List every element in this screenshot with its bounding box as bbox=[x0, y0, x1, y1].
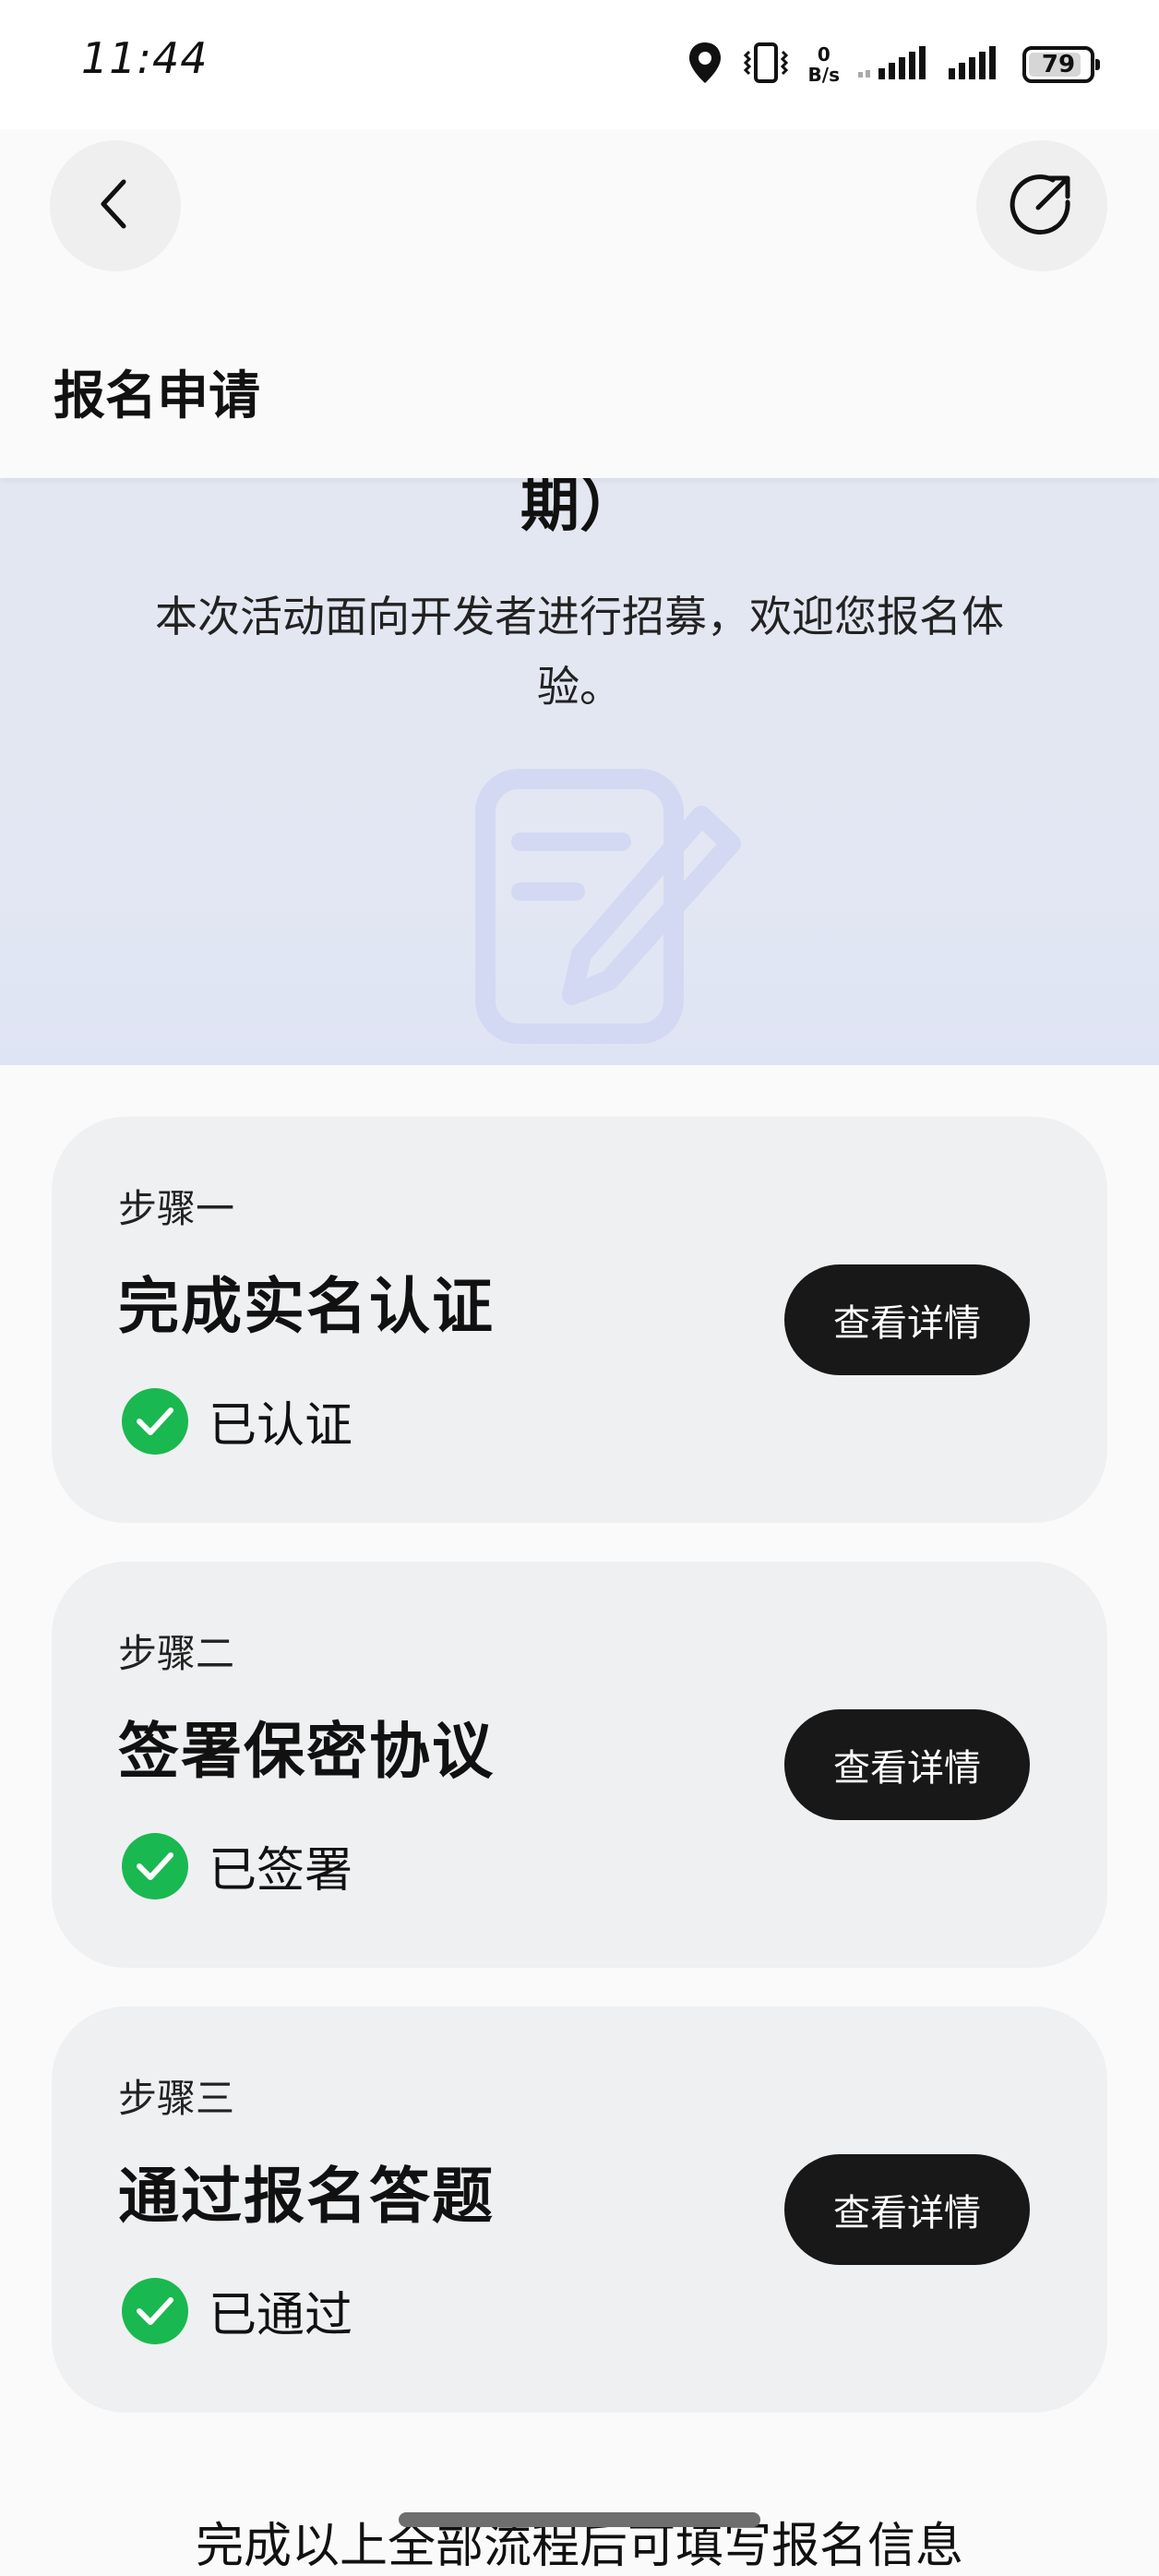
location-icon bbox=[687, 41, 723, 89]
share-icon bbox=[1005, 167, 1079, 245]
step-status-text: 已认证 bbox=[209, 1398, 353, 1454]
signal-icon bbox=[858, 42, 928, 87]
check-circle-icon bbox=[122, 2277, 188, 2344]
battery-icon: 79 bbox=[1022, 46, 1100, 83]
title-bar: 报名申请 bbox=[0, 297, 1159, 478]
home-indicator[interactable] bbox=[399, 2512, 760, 2527]
net-speed: 0 B/s bbox=[808, 44, 840, 85]
view-details-button[interactable]: 查看详情 bbox=[784, 1264, 1030, 1375]
step-kicker: 步骤二 bbox=[118, 1631, 235, 1676]
document-edit-icon bbox=[471, 764, 747, 1063]
battery-level: 79 bbox=[1041, 51, 1076, 78]
step-card: 步骤三 通过报名答题 已通过 查看详情 bbox=[52, 2007, 1107, 2413]
step-status: 已签署 bbox=[122, 1831, 352, 1900]
banner-title: 期） bbox=[520, 478, 639, 540]
step-kicker: 步骤一 bbox=[118, 1186, 235, 1231]
vibrate-icon bbox=[742, 41, 790, 89]
status-bar: 11:44 0 B/s 79 bbox=[0, 0, 1159, 129]
status-icons: 0 B/s 79 bbox=[687, 39, 1100, 90]
chevron-left-icon bbox=[92, 176, 138, 235]
step-status-text: 已通过 bbox=[209, 2288, 353, 2343]
step-title: 完成实名认证 bbox=[118, 1271, 495, 1342]
activity-banner: 期） 本次活动面向开发者进行招募，欢迎您报名体验。 bbox=[0, 478, 1159, 1065]
net-speed-value: 0 bbox=[817, 43, 830, 66]
view-details-button[interactable]: 查看详情 bbox=[784, 2154, 1030, 2265]
step-status: 已认证 bbox=[122, 1386, 352, 1456]
step-status: 已通过 bbox=[122, 2276, 352, 2345]
status-time: 11:44 bbox=[81, 33, 209, 83]
step-title: 签署保密协议 bbox=[118, 1716, 495, 1787]
step-kicker: 步骤三 bbox=[118, 2076, 235, 2121]
step-status-text: 已签署 bbox=[209, 1843, 353, 1899]
step-card: 步骤一 完成实名认证 已认证 查看详情 bbox=[52, 1117, 1107, 1523]
net-speed-unit: B/s bbox=[807, 64, 840, 86]
view-details-button[interactable]: 查看详情 bbox=[784, 1709, 1030, 1820]
back-button[interactable] bbox=[50, 140, 181, 271]
share-button[interactable] bbox=[976, 140, 1107, 271]
page-title: 报名申请 bbox=[54, 366, 260, 426]
step-title: 通过报名答题 bbox=[118, 2161, 495, 2232]
banner-description: 本次活动面向开发者进行招募，欢迎您报名体验。 bbox=[155, 592, 1004, 712]
check-circle-icon bbox=[122, 1387, 188, 1455]
step-card: 步骤二 签署保密协议 已签署 查看详情 bbox=[52, 1562, 1107, 1968]
check-circle-icon bbox=[122, 1832, 188, 1899]
signal-icon bbox=[947, 42, 998, 87]
